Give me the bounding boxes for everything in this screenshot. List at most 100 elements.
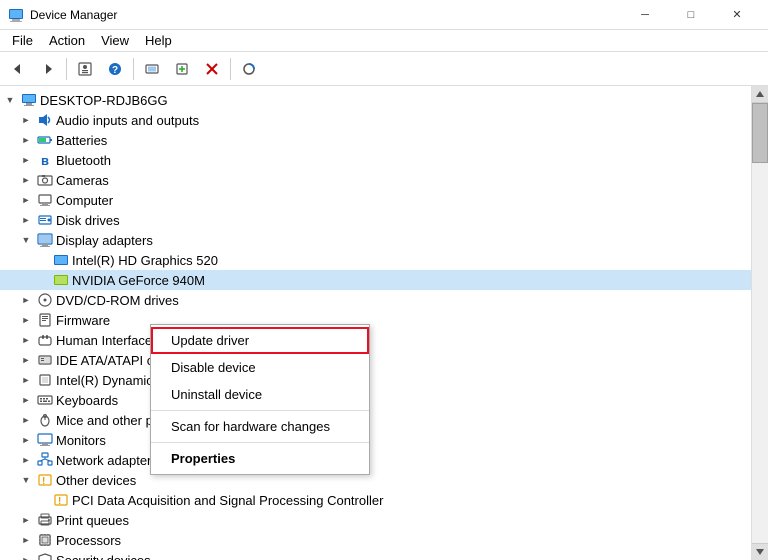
tree-hid[interactable]: ► Human Interface Devices [0, 330, 751, 350]
tree-cameras[interactable]: ► Cameras [0, 170, 751, 190]
tree-bluetooth[interactable]: ► ʙ Bluetooth [0, 150, 751, 170]
ctx-scan[interactable]: Scan for hardware changes [151, 413, 369, 440]
expand-ide[interactable]: ► [18, 352, 34, 368]
security-label: Security devices [56, 553, 151, 560]
toolbar-sep-2 [133, 58, 134, 80]
scrollbar[interactable] [751, 86, 768, 560]
tree-computer[interactable]: ► Computer [0, 190, 751, 210]
intel-graphics-label: Intel(R) HD Graphics 520 [72, 253, 218, 268]
dvd-icon [37, 292, 53, 308]
tree-security[interactable]: ► Security devices [0, 550, 751, 560]
computer-tree-icon [37, 192, 53, 208]
computer-label: Computer [56, 193, 113, 208]
toolbar-add[interactable] [168, 55, 196, 83]
toolbar-scan[interactable] [235, 55, 263, 83]
scroll-track[interactable] [752, 103, 768, 543]
processors-label: Processors [56, 533, 121, 548]
tree-mice[interactable]: ► Mice and other pointing... [0, 410, 751, 430]
ctx-uninstall-device[interactable]: Uninstall device [151, 381, 369, 408]
expand-intel-graphics [34, 252, 50, 268]
tree-intel-dyn[interactable]: ► Intel(R) Dynamic Platform... [0, 370, 751, 390]
expand-cameras[interactable]: ► [18, 172, 34, 188]
ctx-properties[interactable]: Properties [151, 445, 369, 472]
toolbar-properties[interactable] [71, 55, 99, 83]
maximize-button[interactable]: □ [668, 0, 714, 30]
expand-audio[interactable]: ► [18, 112, 34, 128]
tree-disk[interactable]: ► Disk drives [0, 210, 751, 230]
tree-processors[interactable]: ► Processors [0, 530, 751, 550]
tree-firmware[interactable]: ► Firmware [0, 310, 751, 330]
svg-text:!: ! [58, 496, 61, 507]
expand-batteries[interactable]: ► [18, 132, 34, 148]
menu-bar: File Action View Help [0, 30, 768, 52]
expand-hid[interactable]: ► [18, 332, 34, 348]
expand-display[interactable]: ▼ [18, 232, 34, 248]
mice-icon [37, 412, 53, 428]
expand-other[interactable]: ▼ [18, 472, 34, 488]
intel-graphics-icon [53, 252, 69, 268]
network-label: Network adapters [56, 453, 158, 468]
menu-help[interactable]: Help [137, 30, 180, 52]
menu-view[interactable]: View [93, 30, 137, 52]
expand-intel-dyn[interactable]: ► [18, 372, 34, 388]
expand-dvd[interactable]: ► [18, 292, 34, 308]
expand-nvidia [34, 272, 50, 288]
minimize-button[interactable]: ─ [622, 0, 668, 30]
keyboard-icon [37, 392, 53, 408]
tree-monitors[interactable]: ► Monitors [0, 430, 751, 450]
title-bar: Device Manager ─ □ ✕ [0, 0, 768, 30]
expand-mice[interactable]: ► [18, 412, 34, 428]
tree-other[interactable]: ▼ ! Other devices [0, 470, 751, 490]
menu-file[interactable]: File [4, 30, 41, 52]
ctx-update-driver[interactable]: Update driver [151, 327, 369, 354]
scroll-down[interactable] [752, 543, 768, 560]
other-label: Other devices [56, 473, 136, 488]
expand-network[interactable]: ► [18, 452, 34, 468]
bluetooth-icon: ʙ [37, 152, 53, 168]
tree-panel[interactable]: ▼ DESKTOP-RDJB6GG ► Audio inputs and [0, 86, 751, 560]
tree-pci[interactable]: ! PCI Data Acquisition and Signal Proces… [0, 490, 751, 510]
tree-network[interactable]: ► Network adapters [0, 450, 751, 470]
root-label: DESKTOP-RDJB6GG [40, 93, 168, 108]
tree-root[interactable]: ▼ DESKTOP-RDJB6GG [0, 90, 751, 110]
toolbar-help[interactable]: ? [101, 55, 129, 83]
menu-action[interactable]: Action [41, 30, 93, 52]
ide-icon [37, 352, 53, 368]
tree-display[interactable]: ▼ Display adapters [0, 230, 751, 250]
expand-firmware[interactable]: ► [18, 312, 34, 328]
tree-audio[interactable]: ► Audio inputs and outputs [0, 110, 751, 130]
network-icon [37, 452, 53, 468]
close-button[interactable]: ✕ [714, 0, 760, 30]
intel-dyn-icon [37, 372, 53, 388]
scroll-up[interactable] [752, 86, 768, 103]
scroll-thumb[interactable] [752, 103, 768, 163]
tree-dvd[interactable]: ► DVD/CD-ROM drives [0, 290, 751, 310]
toolbar-forward[interactable] [34, 55, 62, 83]
tree-ide[interactable]: ► IDE ATA/ATAPI controllers [0, 350, 751, 370]
expand-security[interactable]: ► [18, 552, 34, 560]
toolbar-remove[interactable] [198, 55, 226, 83]
tree-nvidia[interactable]: NVIDIA GeForce 940M [0, 270, 751, 290]
toolbar-device[interactable] [138, 55, 166, 83]
print-icon [37, 512, 53, 528]
ctx-sep-1 [151, 410, 369, 411]
expand-computer[interactable]: ► [18, 192, 34, 208]
context-menu: Update driver Disable device Uninstall d… [150, 324, 370, 475]
cameras-label: Cameras [56, 173, 109, 188]
tree-intel-graphics[interactable]: Intel(R) HD Graphics 520 [0, 250, 751, 270]
tree-batteries[interactable]: ► Batteries [0, 130, 751, 150]
tree-keyboards[interactable]: ► Keyboards [0, 390, 751, 410]
window-controls: ─ □ ✕ [622, 0, 760, 30]
hid-icon [37, 332, 53, 348]
toolbar-back[interactable] [4, 55, 32, 83]
expand-root[interactable]: ▼ [2, 92, 18, 108]
expand-disk[interactable]: ► [18, 212, 34, 228]
expand-monitors[interactable]: ► [18, 432, 34, 448]
expand-bluetooth[interactable]: ► [18, 152, 34, 168]
expand-processors[interactable]: ► [18, 532, 34, 548]
expand-keyboards[interactable]: ► [18, 392, 34, 408]
tree-print[interactable]: ► Print queues [0, 510, 751, 530]
expand-print[interactable]: ► [18, 512, 34, 528]
firmware-label: Firmware [56, 313, 110, 328]
ctx-disable-device[interactable]: Disable device [151, 354, 369, 381]
